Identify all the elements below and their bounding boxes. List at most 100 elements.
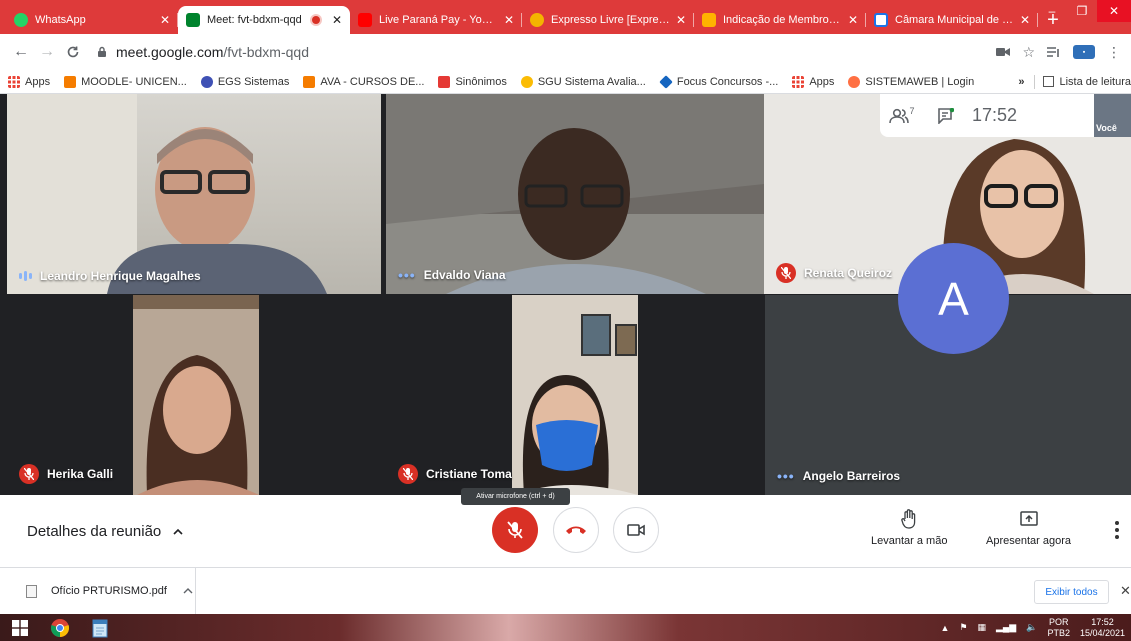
- meeting-details-button[interactable]: Detalhes da reunião: [27, 523, 183, 540]
- toggle-mic-button[interactable]: [492, 507, 538, 553]
- bookmark-label: MOODLE- UNICEN...: [81, 75, 187, 88]
- minimize-button[interactable]: –: [1037, 0, 1067, 22]
- participant-name: Herika Galli: [19, 464, 113, 484]
- chevron-up-icon[interactable]: ▲: [940, 623, 949, 633]
- present-now-button[interactable]: Apresentar agora: [986, 509, 1071, 547]
- toggle-camera-button[interactable]: [613, 507, 659, 553]
- reload-button[interactable]: [60, 39, 86, 65]
- camera-in-use-icon[interactable]: [996, 47, 1011, 57]
- bookmark-ava[interactable]: AVA - CURSOS DE...: [303, 75, 424, 88]
- chrome-icon: [50, 618, 70, 637]
- bookmark-star-icon[interactable]: ☆: [1022, 44, 1035, 61]
- tab-meet[interactable]: Meet: fvt-bdxm-qqd ✕: [178, 6, 350, 34]
- participant-name-text: Herika Galli: [47, 467, 114, 481]
- mic-off-icon: [19, 464, 39, 484]
- participant-tile[interactable]: Leandro Henrique Magalhes: [7, 94, 381, 294]
- chevron-up-icon[interactable]: [183, 586, 193, 596]
- bookmark-apps[interactable]: Apps: [8, 75, 51, 88]
- clock-time: 17:52: [1091, 616, 1114, 627]
- clock-date: 15/04/2021: [1079, 627, 1125, 638]
- meeting-info-panel: 7 17:52 Você: [880, 94, 1131, 137]
- self-view[interactable]: Você: [1094, 94, 1131, 137]
- raise-hand-button[interactable]: Levantar a mão: [871, 509, 947, 547]
- more-bookmarks-button[interactable]: »: [1018, 76, 1024, 88]
- keyboard-layout: PTB2: [1047, 627, 1070, 638]
- participant-tile[interactable]: ••• Edvaldo Viana: [386, 94, 764, 294]
- chat-button[interactable]: [924, 94, 968, 137]
- tab-title: Live Paraná Pay - YouTub: [379, 14, 498, 26]
- maximize-button[interactable]: ❐: [1067, 0, 1097, 22]
- network-icon[interactable]: ▦: [977, 622, 986, 633]
- bookmark-focus[interactable]: Focus Concursos -...: [659, 74, 778, 89]
- reading-list-button[interactable]: Lista de leitura: [1059, 76, 1131, 88]
- forward-button[interactable]: →: [34, 39, 60, 65]
- toolbar-actions: ☆ ▪ ⋮: [996, 44, 1121, 61]
- menu-icon[interactable]: ⋮: [1107, 44, 1121, 61]
- reading-list-icon: [1043, 76, 1055, 87]
- clock[interactable]: 17:52 15/04/2021: [1080, 617, 1125, 639]
- volume-icon[interactable]: 🔈: [1026, 622, 1037, 633]
- show-all-button[interactable]: Exibir todos: [1034, 580, 1109, 604]
- bookmark-moodle[interactable]: MOODLE- UNICEN...: [64, 75, 187, 88]
- leave-call-button[interactable]: [553, 507, 599, 553]
- bookmark-sgu[interactable]: SGU Sistema Avalia...: [520, 75, 646, 88]
- participant-tile[interactable]: Herika Galli: [7, 295, 386, 495]
- tab-camara[interactable]: Câmara Municipal de Lo ✕: [866, 6, 1038, 34]
- moodle-icon: [303, 75, 316, 88]
- mic-tooltip: Ativar microfone (ctrl + d): [461, 488, 570, 505]
- apps-grid-icon: [792, 75, 805, 88]
- download-item[interactable]: Ofício PRTURISMO.pdf: [0, 568, 196, 614]
- close-tab-icon[interactable]: ✕: [676, 13, 686, 27]
- signal-icon[interactable]: ▂▄▆: [996, 622, 1016, 633]
- notepad-icon: [92, 619, 108, 637]
- speaking-indicator-icon: [19, 271, 32, 281]
- video-feed: [7, 94, 327, 294]
- close-tab-icon[interactable]: ✕: [848, 13, 858, 27]
- participants-button[interactable]: 7: [880, 94, 924, 137]
- focus-icon: [659, 74, 673, 89]
- taskbar-chrome[interactable]: [40, 614, 80, 641]
- back-button[interactable]: ←: [8, 39, 34, 65]
- participant-name: ••• Angelo Barreiros: [777, 468, 900, 484]
- avatar: A: [898, 243, 1009, 354]
- language-code: POR: [1048, 616, 1069, 627]
- mic-off-icon: [398, 464, 418, 484]
- extension-icon[interactable]: ▪: [1073, 45, 1095, 59]
- bookmark-sistemaweb[interactable]: SISTEMAWEB | Login: [848, 75, 975, 88]
- more-options-button[interactable]: [1114, 521, 1120, 539]
- start-button[interactable]: [0, 614, 40, 641]
- bookmark-label: SGU Sistema Avalia...: [537, 75, 646, 88]
- close-tab-icon[interactable]: ✕: [332, 13, 342, 27]
- tab-youtube[interactable]: Live Paraná Pay - YouTub ✕: [350, 6, 522, 34]
- tab-expresso[interactable]: Expresso Livre [Expresso ✕: [522, 6, 694, 34]
- address-bar[interactable]: meet.google.com/fvt-bdxm-qqd: [96, 38, 996, 66]
- tab-indicacao[interactable]: Indicação de Membros p ✕: [694, 6, 866, 34]
- bookmark-sinonimos[interactable]: Sinônimos: [438, 75, 507, 88]
- sinonimos-icon: [438, 75, 451, 88]
- self-label: Você: [1096, 123, 1117, 133]
- hang-up-icon: [566, 526, 586, 534]
- tab-whatsapp[interactable]: WhatsApp ✕: [6, 6, 178, 34]
- bookmark-egs[interactable]: EGS Sistemas: [200, 75, 289, 88]
- bookmark-label: Apps: [25, 75, 51, 88]
- meeting-controls: Detalhes da reunião Levantar a mão Apres…: [0, 495, 1131, 567]
- flag-icon[interactable]: ⚑: [959, 622, 967, 633]
- close-tab-icon[interactable]: ✕: [504, 13, 514, 27]
- close-window-button[interactable]: ✕: [1097, 0, 1131, 22]
- close-shelf-button[interactable]: ✕: [1120, 583, 1131, 599]
- participant-name-text: Angelo Barreiros: [802, 469, 901, 483]
- participant-name-text: Cristiane Toma: [426, 467, 512, 481]
- bookmark-label: SISTEMAWEB | Login: [865, 75, 975, 88]
- egs-icon: [200, 75, 213, 88]
- forms-icon: [702, 13, 716, 27]
- participant-tile[interactable]: Cristiane Toma: [386, 295, 765, 495]
- lock-icon: [98, 46, 106, 57]
- participant-name: Renata Queiroz: [776, 263, 892, 283]
- playlist-icon[interactable]: [1047, 46, 1061, 58]
- language-indicator[interactable]: POR PTB2: [1047, 617, 1070, 639]
- bookmark-apps-2[interactable]: Apps: [792, 75, 834, 88]
- close-tab-icon[interactable]: ✕: [160, 13, 170, 27]
- tab-strip: WhatsApp ✕ Meet: fvt-bdxm-qqd ✕ Live Par…: [0, 0, 1131, 34]
- close-tab-icon[interactable]: ✕: [1020, 13, 1030, 27]
- taskbar-notepad[interactable]: [80, 614, 120, 641]
